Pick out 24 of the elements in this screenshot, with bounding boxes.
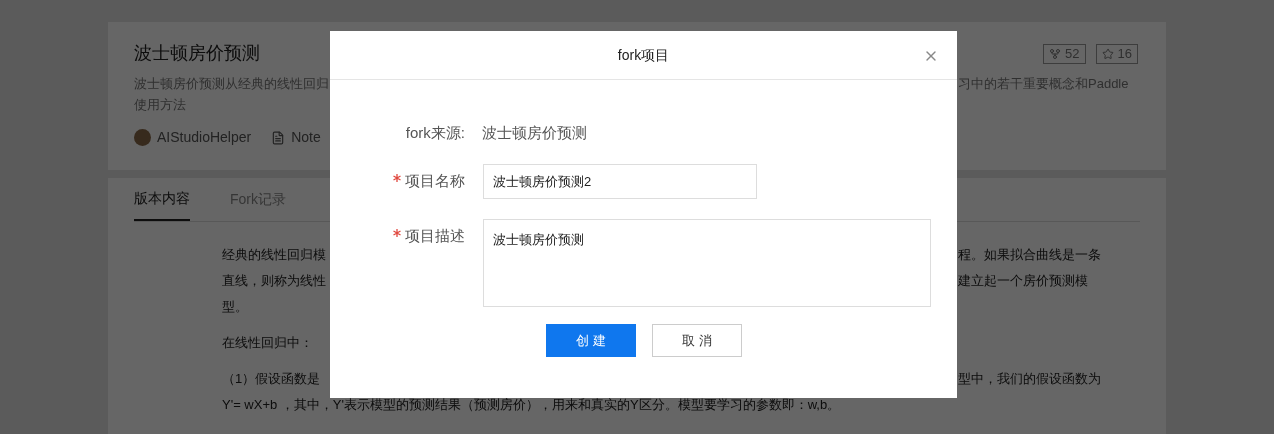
text-line: 在线性回归中：: [222, 335, 313, 351]
notebook-icon: [271, 130, 286, 145]
cancel-button[interactable]: 取 消: [652, 324, 742, 357]
field-label: 项目描述: [405, 226, 465, 247]
dialog-title: fork项目: [617, 45, 670, 65]
project-type: Note: [291, 128, 321, 147]
text-line: 直线，则称为线性: [222, 273, 326, 289]
text-line: 型。: [222, 299, 248, 315]
author-name[interactable]: AIStudioHelper: [157, 127, 252, 148]
avatar: [134, 129, 151, 146]
create-button[interactable]: 创 建: [546, 324, 636, 357]
source-value: 波士顿房价预测: [482, 122, 587, 143]
field-label: fork来源:: [404, 122, 465, 143]
project-title: 波士顿房价预测: [134, 42, 260, 65]
description-input[interactable]: 波士顿房价预测: [483, 219, 931, 307]
field-label: 项目名称: [405, 171, 465, 192]
star-icon: [1101, 47, 1114, 60]
text-line: （1）假设函数是: [222, 371, 321, 387]
tab[interactable]: 版本内容: [134, 178, 190, 221]
name-input[interactable]: 波士顿房价预测2: [483, 164, 757, 199]
text-line: 型中，我们的假设函数为: [958, 370, 1101, 389]
fork-icon: [1049, 47, 1062, 60]
text-line: 经典的线性回归模: [222, 247, 326, 263]
text-line: Y'= wX+b ，其中，Y'表示模型的预测结果（预测房价），用来和真实的Y区分。模型要学习的参数即：w,b。: [222, 397, 841, 413]
